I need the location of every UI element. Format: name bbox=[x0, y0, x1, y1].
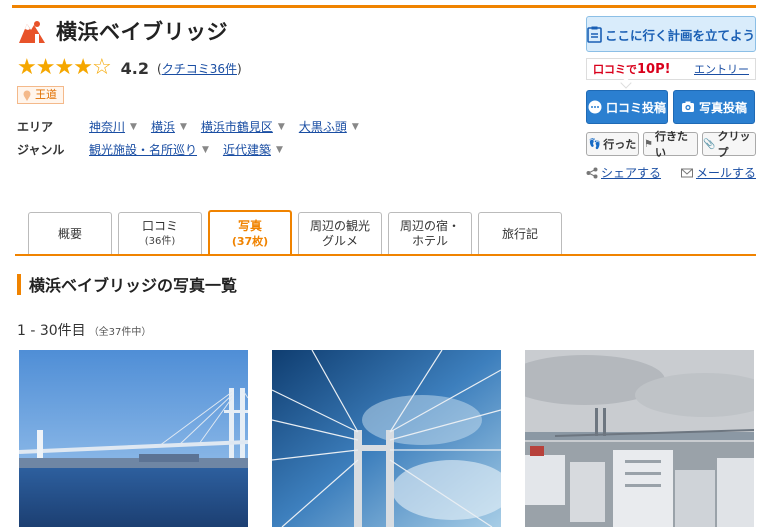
area-link[interactable]: 大黒ふ頭 bbox=[299, 118, 347, 135]
entry-link[interactable]: エントリー bbox=[694, 61, 749, 77]
star-filled-icon: ★ bbox=[17, 55, 37, 80]
mail-label: メールする bbox=[695, 166, 756, 180]
review-count: (クチコミ36件) bbox=[157, 61, 242, 76]
star-filled-icon: ★ bbox=[35, 55, 56, 80]
section-title: 横浜ベイブリッジの写真一覧 bbox=[29, 276, 238, 295]
rating-row: ★★★★☆ 4.2 (クチコミ36件) bbox=[17, 57, 242, 79]
star-filled-icon: ★ bbox=[73, 55, 93, 80]
clipboard-icon bbox=[587, 26, 602, 43]
rating-score: 4.2 bbox=[120, 58, 150, 78]
plan-trip-label: ここに行く計画を立てよう bbox=[605, 27, 756, 43]
header-accent-line bbox=[12, 5, 756, 8]
tab-nearby-hotels[interactable]: 周辺の宿・ ホテル bbox=[388, 212, 472, 255]
footprints-icon: 👣 bbox=[588, 138, 602, 150]
caret-down-icon[interactable]: ▼ bbox=[130, 122, 137, 132]
result-total: （全37件中） bbox=[88, 327, 152, 338]
share-label: シェアする bbox=[601, 166, 662, 180]
tab-nearby-sightseeing[interactable]: 周辺の観光 グルメ bbox=[298, 212, 382, 255]
tab-overview[interactable]: 概要 bbox=[28, 212, 112, 255]
caret-down-icon[interactable]: ▼ bbox=[278, 122, 285, 132]
camera-icon bbox=[681, 101, 694, 112]
post-review-button[interactable]: 口コミ投稿 bbox=[586, 90, 668, 124]
area-link[interactable]: 横浜市鶴見区 bbox=[201, 118, 273, 135]
tab-reviews[interactable]: 口コミ (36件) bbox=[118, 212, 202, 255]
tab-label: 概要 bbox=[57, 226, 82, 241]
tab-label: 写真 bbox=[237, 218, 262, 233]
result-count: 1 - 30件目 （全37件中） bbox=[17, 320, 151, 340]
review-count-link[interactable]: クチコミ36件 bbox=[162, 62, 237, 76]
caret-down-icon[interactable]: ▼ bbox=[276, 145, 283, 155]
tab-label: 周辺の宿・ bbox=[399, 219, 460, 233]
tab-label: 口コミ bbox=[141, 219, 178, 233]
photo-thumbnail[interactable] bbox=[525, 350, 754, 527]
star-empty-icon: ☆ bbox=[91, 55, 112, 80]
share-icon bbox=[586, 167, 598, 178]
post-photo-button[interactable]: 写真投稿 bbox=[673, 90, 755, 124]
area-label: エリア bbox=[17, 120, 54, 134]
tab-sublabel: ホテル bbox=[411, 234, 448, 248]
points-value: 10P! bbox=[637, 62, 671, 77]
mail-link[interactable]: メールする bbox=[680, 164, 756, 181]
section-heading: 横浜ベイブリッジの写真一覧 bbox=[17, 273, 237, 295]
category-badge: 王道 bbox=[17, 86, 64, 104]
mail-icon bbox=[680, 168, 693, 177]
post-review-label: 口コミ投稿 bbox=[605, 100, 666, 115]
area-row: エリア 神奈川 ▼ 横浜 ▼ 横浜市鶴見区 ▼ 大黒ふ頭 ▼ bbox=[17, 118, 373, 135]
went-button[interactable]: 👣 行った bbox=[586, 132, 639, 156]
tab-underline bbox=[15, 254, 756, 256]
pin-icon bbox=[23, 90, 31, 101]
caret-down-icon[interactable]: ▼ bbox=[352, 122, 359, 132]
photo-thumbnail[interactable] bbox=[19, 350, 248, 527]
clip-label: クリップ bbox=[717, 130, 751, 159]
tab-label: 旅行記 bbox=[501, 226, 538, 241]
spot-title-row: 横浜ベイブリッジ bbox=[17, 16, 228, 46]
area-link[interactable]: 横浜 bbox=[151, 118, 175, 135]
share-row: シェアする メールする bbox=[586, 164, 756, 181]
caret-down-icon[interactable]: ▼ bbox=[202, 145, 209, 155]
genre-row: ジャンル 観光施設・名所巡り ▼ 近代建築 ▼ bbox=[17, 141, 297, 158]
tab-photos[interactable]: 写真 (37枚) bbox=[208, 210, 292, 255]
spot-category-icon bbox=[17, 16, 47, 46]
paperclip-icon: 📎 bbox=[703, 138, 716, 150]
area-link[interactable]: 神奈川 bbox=[89, 118, 125, 135]
genre-link[interactable]: 観光施設・名所巡り bbox=[89, 141, 197, 158]
want-to-go-button[interactable]: ⚑ 行きたい bbox=[643, 130, 698, 159]
heading-accent-bar bbox=[17, 273, 21, 295]
badge-label: 王道 bbox=[35, 88, 57, 101]
tab-travelogue[interactable]: 旅行記 bbox=[478, 212, 562, 255]
share-link[interactable]: シェアする bbox=[586, 164, 661, 181]
points-banner: 口コミで10P! エントリー bbox=[586, 58, 756, 80]
post-photo-label: 写真投稿 bbox=[698, 100, 747, 115]
star-rating: ★★★★☆ bbox=[17, 55, 112, 80]
points-prefix: 口コミで bbox=[593, 63, 637, 76]
plan-trip-button[interactable]: ここに行く計画を立てよう bbox=[586, 16, 756, 52]
tab-sublabel: (36件) bbox=[144, 236, 176, 247]
result-range: 1 - 30件目 bbox=[17, 323, 86, 339]
clip-button[interactable]: 📎 クリップ bbox=[702, 130, 756, 159]
speech-bubble-icon bbox=[588, 100, 602, 114]
tab-label: 周辺の観光 bbox=[309, 219, 370, 233]
photo-thumbnail[interactable] bbox=[272, 350, 501, 527]
want-to-go-label: 行きたい bbox=[654, 130, 688, 159]
tab-sublabel: (37枚) bbox=[231, 234, 269, 248]
star-filled-icon: ★ bbox=[54, 55, 74, 80]
genre-label: ジャンル bbox=[17, 143, 65, 157]
went-label: 行った bbox=[603, 138, 637, 151]
flag-icon: ⚑ bbox=[644, 138, 653, 150]
page-title: 横浜ベイブリッジ bbox=[56, 20, 228, 44]
points-text: 口コミで10P! bbox=[593, 61, 671, 77]
tab-sublabel: グルメ bbox=[321, 234, 358, 248]
genre-link[interactable]: 近代建築 bbox=[223, 141, 271, 158]
caret-down-icon[interactable]: ▼ bbox=[180, 122, 187, 132]
